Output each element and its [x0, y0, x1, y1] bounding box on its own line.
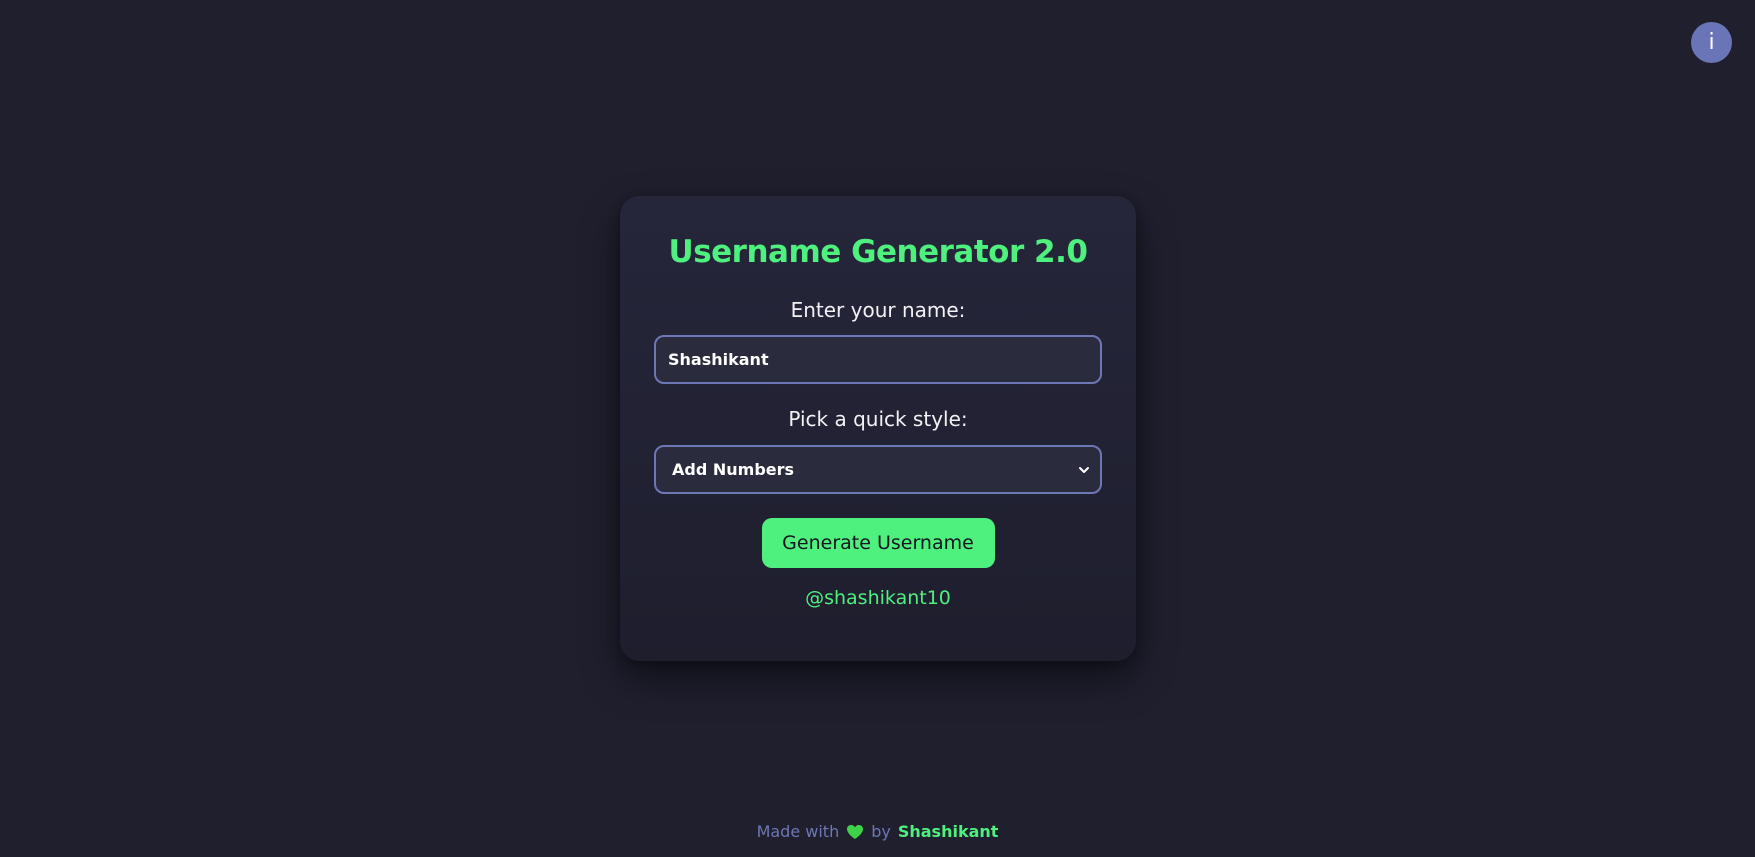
style-select[interactable]: Add Numbers [654, 445, 1102, 494]
info-button[interactable]: i [1691, 22, 1732, 63]
page-title: Username Generator 2.0 [668, 234, 1088, 270]
style-label: Pick a quick style: [788, 407, 968, 431]
info-icon: i [1708, 30, 1715, 55]
heart-icon [846, 824, 864, 840]
footer-by: by [871, 822, 891, 841]
footer: Made with by Shashikant [0, 822, 1755, 841]
footer-made-with: Made with [756, 822, 840, 841]
footer-author[interactable]: Shashikant [898, 822, 999, 841]
chevron-down-icon [1078, 464, 1090, 476]
name-label: Enter your name: [790, 298, 966, 322]
generator-card: Username Generator 2.0 Enter your name: … [620, 196, 1136, 661]
name-input[interactable] [654, 335, 1102, 384]
style-select-value: Add Numbers [672, 460, 795, 479]
generated-username: @shashikant10 [805, 587, 951, 609]
generate-username-button[interactable]: Generate Username [761, 518, 995, 568]
page: i Username Generator 2.0 Enter your name… [0, 0, 1755, 857]
